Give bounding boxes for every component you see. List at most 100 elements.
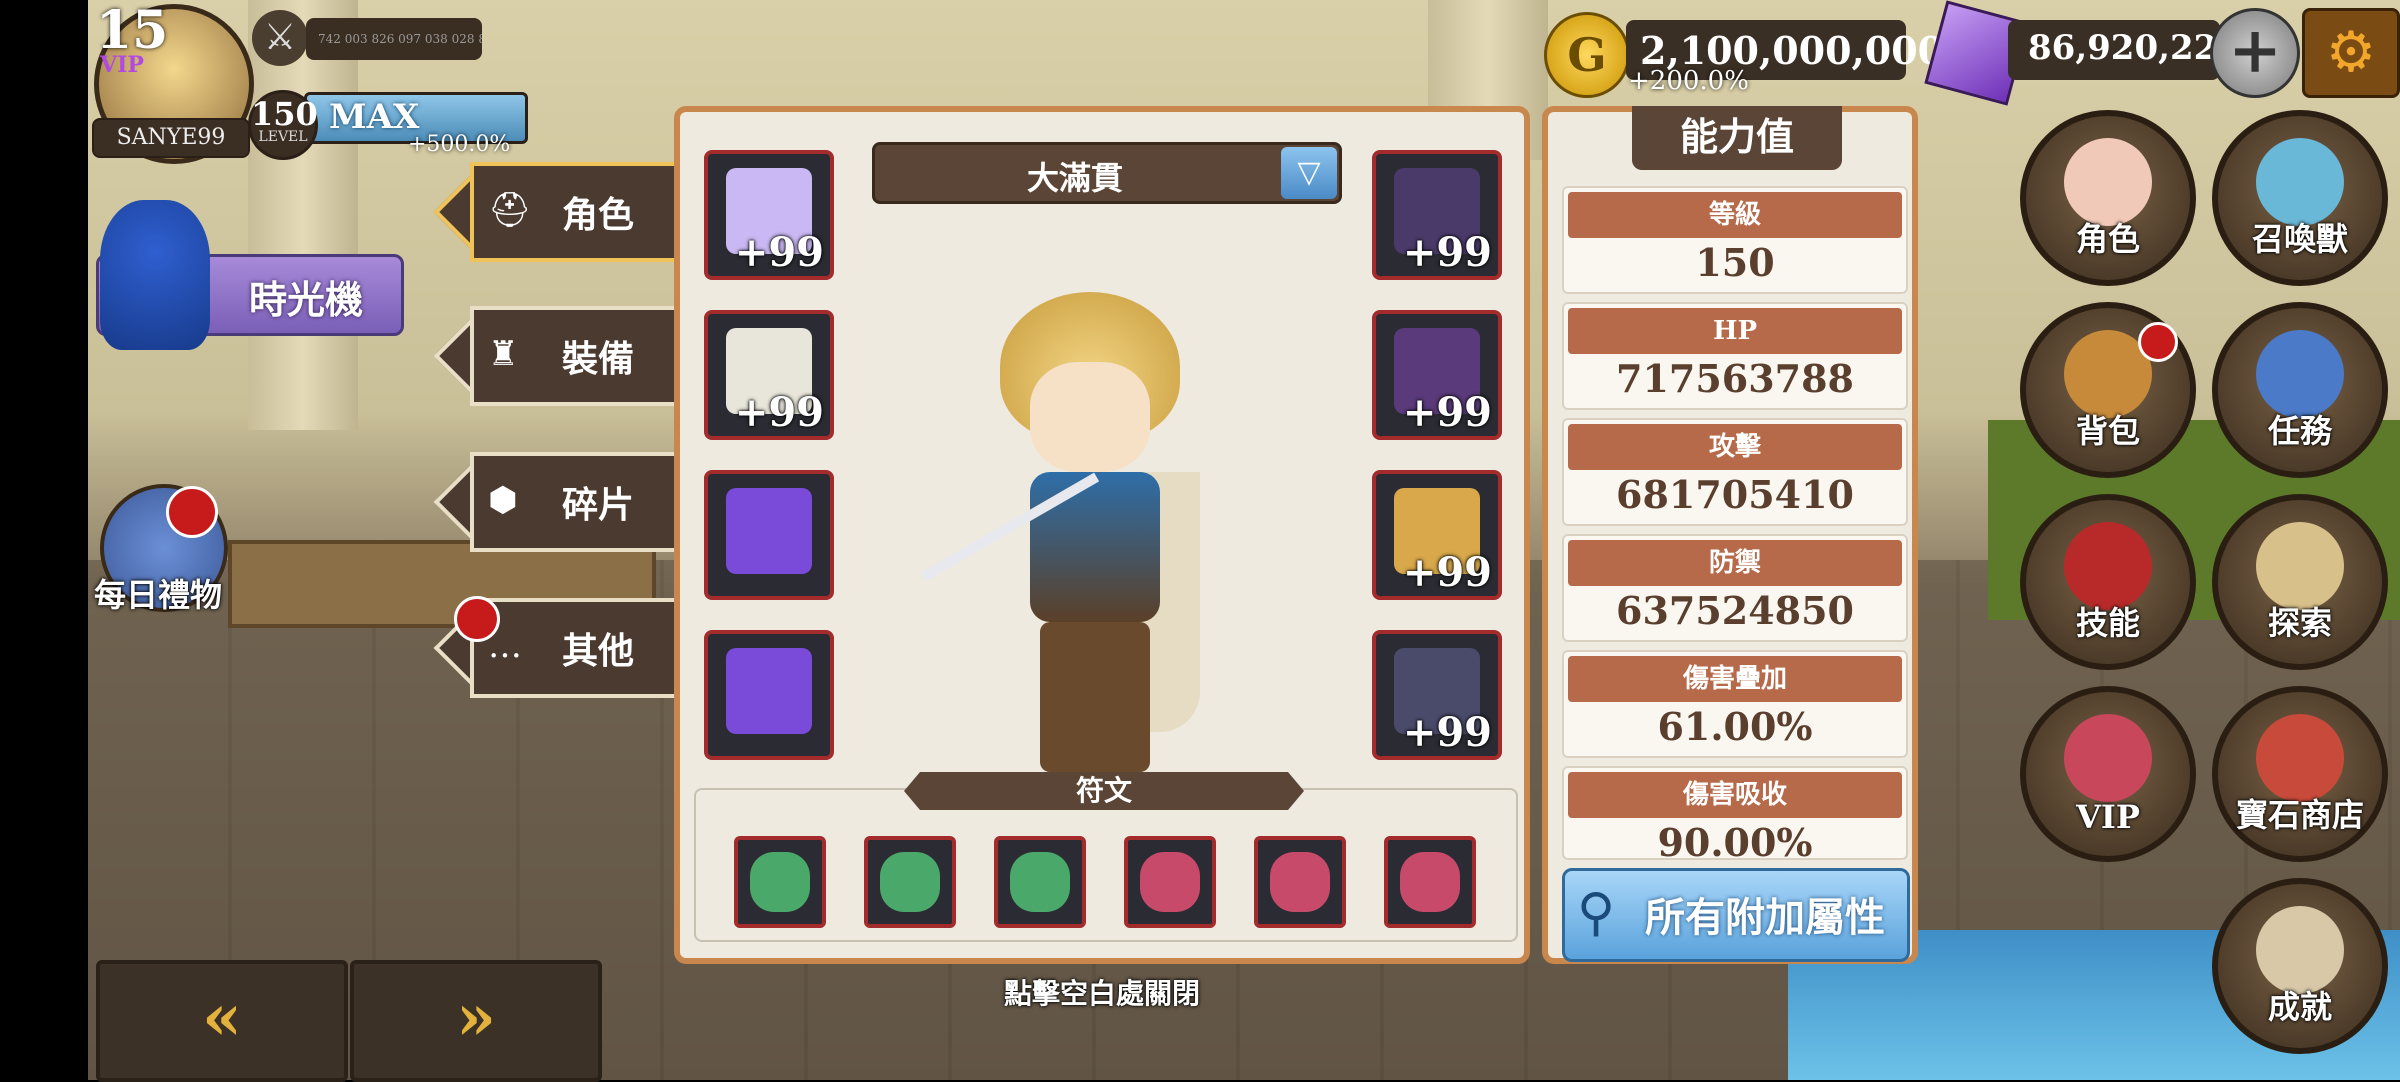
menu-label: 寶石商店: [2235, 796, 2364, 834]
daily-gift-label: 每日禮物: [94, 576, 223, 614]
stat-value: 150: [1695, 240, 1775, 285]
menu-label: 探索: [2267, 604, 2332, 642]
stone-pillar: [248, 0, 358, 430]
double-chevron-left-icon: «: [202, 980, 242, 1055]
stat-name: 防禦: [1568, 540, 1902, 586]
menu-label: 背包: [2075, 412, 2140, 450]
explore-scroll-icon: [2256, 522, 2344, 610]
next-button[interactable]: »: [350, 960, 602, 1082]
stats-panel: 能力值 等級 150 HP 717563788 攻擊 681705410 防禦 …: [1542, 106, 1918, 964]
enhance-level: +99: [734, 229, 824, 276]
equip-slot-sword[interactable]: +99: [704, 310, 834, 440]
pvp-status-bar: 742 003 826 097 038 028 8: [306, 18, 482, 60]
stat-row-hp: HP 717563788: [1562, 302, 1908, 410]
menu-label: 角色: [2075, 220, 2140, 258]
previous-button[interactable]: «: [96, 960, 348, 1082]
outfit-dropdown[interactable]: 大滿貫 ▽: [872, 142, 1342, 204]
menu-character-button[interactable]: 角色: [2020, 110, 2196, 286]
leaf-rune-icon: [1010, 852, 1070, 912]
stat-row-defense: 防禦 637524850: [1562, 534, 1908, 642]
equip-slot-weapon-crystal[interactable]: +99: [704, 150, 834, 280]
rune-slot-3[interactable]: [994, 836, 1086, 928]
equip-slot-gauntlet[interactable]: +99: [1372, 470, 1502, 600]
menu-label: 技能: [2075, 604, 2140, 642]
stat-name: HP: [1568, 308, 1902, 354]
menu-vip-button[interactable]: VIP: [2020, 686, 2196, 862]
menu-explore-button[interactable]: 探索: [2212, 494, 2388, 670]
menu-quest-button[interactable]: 任務: [2212, 302, 2388, 478]
all-bonus-attributes-button[interactable]: ⚲ 所有附加屬性: [1562, 868, 1910, 962]
equip-slot-boots[interactable]: +99: [1372, 630, 1502, 760]
rune-slot-5[interactable]: [1254, 836, 1346, 928]
enhance-level: +99: [1402, 389, 1492, 436]
stat-row-damage-stack: 傷害疊加 61.00%: [1562, 650, 1908, 758]
spiked-rune-icon: [1270, 852, 1330, 912]
enhance-level: +99: [1402, 549, 1492, 596]
magnifier-icon: ⚲: [1577, 883, 1616, 943]
gear-icon[interactable]: ⚙: [2302, 8, 2400, 98]
player-level: 150: [251, 95, 318, 133]
stat-row-level: 等級 150: [1562, 186, 1908, 294]
tab-label: 角色: [562, 194, 635, 236]
rune-slot-6[interactable]: [1384, 836, 1476, 928]
purple-gem-ring-icon: [726, 488, 812, 574]
rune-slot-2[interactable]: [864, 836, 956, 928]
menu-label: 任務: [2267, 412, 2332, 450]
stat-value: 637524850: [1616, 588, 1854, 633]
helmet-icon: ⛑: [488, 190, 532, 230]
exp-bonus: +500.0%: [408, 132, 511, 157]
hero-face: [1030, 362, 1150, 472]
menu-achievement-button[interactable]: 成就: [2212, 878, 2388, 1054]
character-icon: [2064, 138, 2152, 226]
notification-badge: [166, 486, 218, 538]
hero-body: [1030, 472, 1160, 622]
menu-label: 召喚獸: [2251, 220, 2348, 258]
tab-equipment[interactable]: ♜ 裝備: [433, 306, 686, 406]
equip-slot-ring-2[interactable]: [704, 630, 834, 760]
close-hint: 點擊空白處關閉: [1003, 977, 1200, 1010]
level-label: LEVEL: [258, 129, 308, 145]
enhance-level: +99: [1402, 229, 1492, 276]
double-chevron-right-icon: »: [456, 980, 496, 1055]
stat-name: 傷害疊加: [1568, 656, 1902, 702]
equip-slot-ring-1[interactable]: [704, 470, 834, 600]
rune-slot-4[interactable]: [1124, 836, 1216, 928]
outfit-name: 大滿貫: [1026, 159, 1123, 197]
gem-amount: 86,920,220: [2028, 28, 2241, 68]
gold-bonus: +200.0%: [1628, 66, 1749, 96]
vip-icon: [2064, 714, 2152, 802]
menu-summon-beast-button[interactable]: 召喚獸: [2212, 110, 2388, 286]
gem-counter: 86,920,220: [2008, 20, 2241, 80]
blue-hair-character-icon: [100, 200, 210, 350]
stat-value: 61.00%: [1657, 704, 1813, 749]
purple-gem-ring-icon: [726, 648, 812, 734]
hero-character-model: [920, 292, 1240, 772]
leaf-rune-icon: [750, 852, 810, 912]
stat-value: 681705410: [1616, 472, 1854, 517]
equipment-panel: 大滿貫 ▽ +99 +99 +99 +99 +99 +99 符文: [674, 106, 1530, 964]
gold-coin-icon: G: [1544, 12, 1630, 98]
tab-label: 碎片: [562, 484, 635, 526]
skill-book-icon: [2064, 522, 2152, 610]
menu-gem-shop-button[interactable]: 寶石商店: [2212, 686, 2388, 862]
bonus-button-label: 所有附加屬性: [1645, 894, 1885, 941]
leaf-rune-icon: [880, 852, 940, 912]
achievement-icon: [2256, 906, 2344, 994]
equip-slot-helmet[interactable]: +99: [1372, 150, 1502, 280]
stat-name: 攻擊: [1568, 424, 1902, 470]
menu-skill-button[interactable]: 技能: [2020, 494, 2196, 670]
tab-label: 裝備: [562, 338, 635, 380]
menu-backpack-button[interactable]: 背包: [2020, 302, 2196, 478]
stat-name: 傷害吸收: [1568, 772, 1902, 818]
vip-tag: VIP: [100, 52, 144, 78]
rune-slot-1[interactable]: [734, 836, 826, 928]
stat-value: 90.00%: [1657, 820, 1813, 860]
exp-max-label: MAX: [329, 97, 420, 137]
equip-slot-armor[interactable]: +99: [1372, 310, 1502, 440]
shard-icon: ⬢: [488, 480, 518, 520]
tab-shards[interactable]: ⬢ 碎片: [433, 452, 686, 552]
add-gems-button[interactable]: +: [2210, 8, 2300, 98]
summon-beast-icon: [2256, 138, 2344, 226]
tab-character[interactable]: ⛑ 角色: [433, 162, 686, 262]
crossed-swords-icon[interactable]: ⚔: [252, 10, 308, 66]
